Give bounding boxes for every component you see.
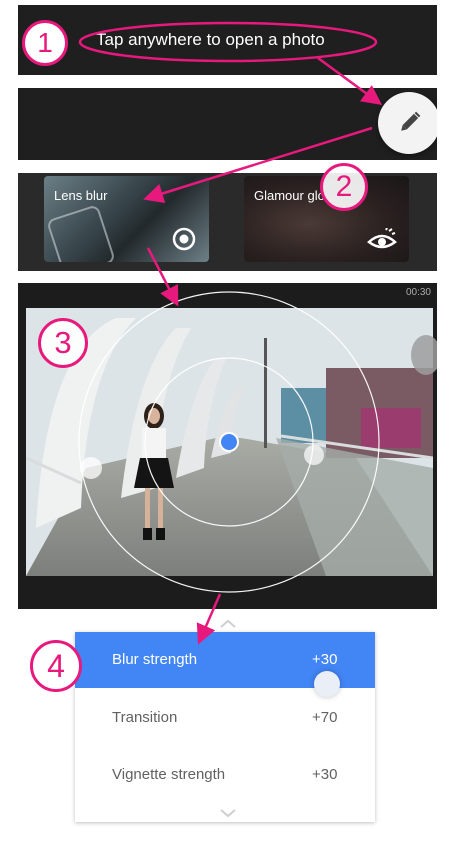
adjustment-row-vignette-strength[interactable]: Vignette strength +30 bbox=[75, 747, 375, 803]
chevron-down-icon[interactable] bbox=[218, 808, 238, 818]
edit-panel bbox=[18, 88, 437, 160]
adjustment-value: +30 bbox=[312, 766, 338, 783]
pencil-icon bbox=[401, 111, 421, 131]
filter-label: Glamour glo bbox=[254, 188, 325, 203]
focus-point-handle bbox=[219, 432, 239, 452]
tip-panel[interactable]: Tap anywhere to open a photo bbox=[18, 5, 437, 75]
filter-panel: Lens blur Glamour glo bbox=[18, 173, 437, 271]
step-number: 1 bbox=[37, 27, 53, 58]
edit-button[interactable] bbox=[378, 92, 437, 154]
eye-icon bbox=[367, 228, 397, 249]
lens-image bbox=[46, 204, 116, 262]
adjustment-value: +30 bbox=[312, 651, 338, 668]
tip-text: Tap anywhere to open a photo bbox=[96, 30, 325, 49]
filter-label: Lens blur bbox=[54, 188, 108, 203]
adjustment-label: Vignette strength bbox=[112, 766, 226, 783]
outer-ring-handle bbox=[80, 457, 102, 479]
chevron-up-icon[interactable] bbox=[218, 619, 238, 629]
adjustment-label: Transition bbox=[112, 709, 178, 726]
step-number: 3 bbox=[54, 325, 72, 360]
adjustments-sheet: Blur strength +30 Transition +70 Vignett… bbox=[75, 632, 375, 822]
touch-indicator bbox=[314, 671, 340, 697]
step-badge-4: 4 bbox=[30, 640, 82, 692]
adjustment-row-transition[interactable]: Transition +70 bbox=[75, 690, 375, 746]
step-number: 2 bbox=[335, 170, 353, 203]
radio-target-icon bbox=[172, 227, 196, 251]
step-badge-1: 1 bbox=[22, 20, 68, 66]
step-badge-2: 2 bbox=[320, 163, 368, 211]
adjustment-label: Blur strength bbox=[112, 651, 198, 668]
avatar[interactable] bbox=[411, 335, 437, 375]
adjustment-value: +70 bbox=[312, 709, 338, 726]
step-number: 4 bbox=[47, 648, 65, 684]
step-badge-3: 3 bbox=[38, 318, 88, 368]
inner-ring-handle bbox=[304, 445, 324, 465]
filter-tile-lens-blur[interactable]: Lens blur bbox=[44, 176, 209, 262]
